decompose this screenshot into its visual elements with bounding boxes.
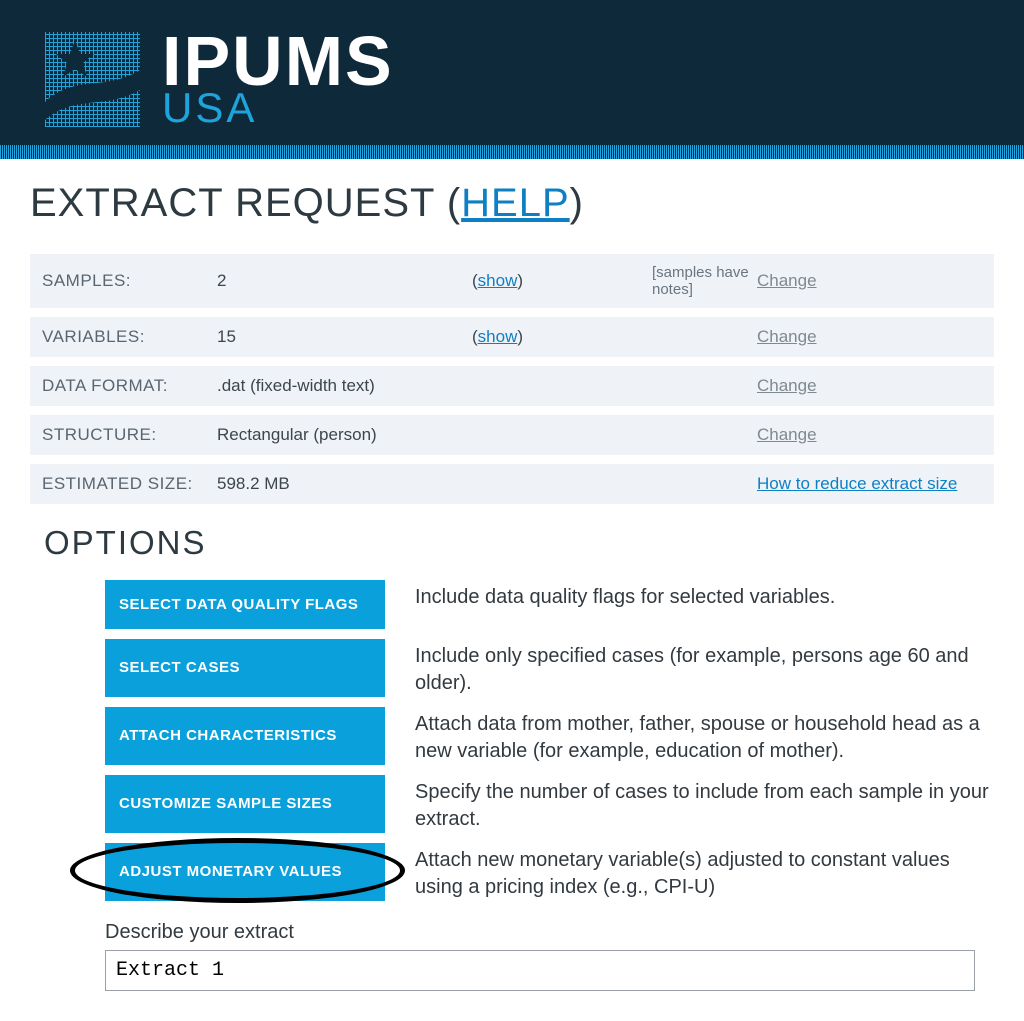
help-link[interactable]: HELP: [461, 181, 570, 225]
option-desc: Attach new monetary variable(s) adjusted…: [385, 843, 994, 901]
app-header: IPUMS USA: [0, 0, 1024, 145]
page-title-suffix: ): [570, 181, 584, 225]
samples-label: SAMPLES:: [42, 271, 217, 291]
reduce-size-link[interactable]: How to reduce extract size: [757, 474, 957, 493]
page-title-prefix: EXTRACT REQUEST (: [30, 181, 461, 225]
describe-label: Describe your extract: [105, 921, 994, 944]
summary-samples: SAMPLES: 2 (show) [samples have notes] C…: [30, 254, 994, 308]
options-heading: OPTIONS: [44, 524, 994, 562]
option-customize-sample-sizes: CUSTOMIZE SAMPLE SIZES Specify the numbe…: [105, 775, 994, 833]
structure-value: Rectangular (person): [217, 425, 472, 445]
samples-value: 2: [217, 271, 472, 291]
decorative-digit-strip: [0, 145, 1024, 159]
option-data-quality: SELECT DATA QUALITY FLAGS Include data q…: [105, 580, 994, 629]
summary-variables: VARIABLES: 15 (show) Change: [30, 317, 994, 357]
option-desc: Attach data from mother, father, spouse …: [385, 707, 994, 765]
summary-format: DATA FORMAT: .dat (fixed-width text) Cha…: [30, 366, 994, 406]
options-list: SELECT DATA QUALITY FLAGS Include data q…: [30, 580, 994, 991]
option-select-cases: SELECT CASES Include only specified case…: [105, 639, 994, 697]
logo[interactable]: IPUMS USA: [45, 30, 979, 127]
samples-change-link[interactable]: Change: [757, 271, 817, 290]
adjust-monetary-values-button[interactable]: ADJUST MONETARY VALUES: [105, 843, 385, 901]
describe-extract-input[interactable]: [105, 950, 975, 991]
variables-show: (show): [472, 327, 652, 347]
size-label: ESTIMATED SIZE:: [42, 474, 217, 494]
select-cases-button[interactable]: SELECT CASES: [105, 639, 385, 697]
summary-structure: STRUCTURE: Rectangular (person) Change: [30, 415, 994, 455]
variables-value: 15: [217, 327, 472, 347]
option-desc: Include data quality flags for selected …: [385, 580, 835, 629]
logo-text: IPUMS USA: [162, 30, 394, 127]
select-data-quality-button[interactable]: SELECT DATA QUALITY FLAGS: [105, 580, 385, 629]
variables-label: VARIABLES:: [42, 327, 217, 347]
customize-sample-sizes-button[interactable]: CUSTOMIZE SAMPLE SIZES: [105, 775, 385, 833]
option-desc: Specify the number of cases to include f…: [385, 775, 994, 833]
format-label: DATA FORMAT:: [42, 376, 217, 396]
samples-show: (show): [472, 271, 652, 291]
format-change-link[interactable]: Change: [757, 376, 817, 395]
option-adjust-monetary-values: ADJUST MONETARY VALUES Attach new moneta…: [105, 843, 994, 901]
attach-characteristics-button[interactable]: ATTACH CHARACTERISTICS: [105, 707, 385, 765]
size-value: 598.2 MB: [217, 474, 472, 494]
samples-notes: [samples have notes]: [652, 264, 757, 298]
option-attach-characteristics: ATTACH CHARACTERISTICS Attach data from …: [105, 707, 994, 765]
format-value: .dat (fixed-width text): [217, 376, 472, 396]
main-content: EXTRACT REQUEST (HELP) SAMPLES: 2 (show)…: [0, 159, 1024, 1021]
page-title: EXTRACT REQUEST (HELP): [30, 181, 994, 226]
variables-change-link[interactable]: Change: [757, 327, 817, 346]
summary-size: ESTIMATED SIZE: 598.2 MB How to reduce e…: [30, 464, 994, 504]
samples-show-link[interactable]: show: [478, 271, 518, 290]
structure-change-link[interactable]: Change: [757, 425, 817, 444]
logo-mark-icon: [45, 32, 140, 127]
variables-show-link[interactable]: show: [478, 327, 518, 346]
option-desc: Include only specified cases (for exampl…: [385, 639, 994, 697]
structure-label: STRUCTURE:: [42, 425, 217, 445]
